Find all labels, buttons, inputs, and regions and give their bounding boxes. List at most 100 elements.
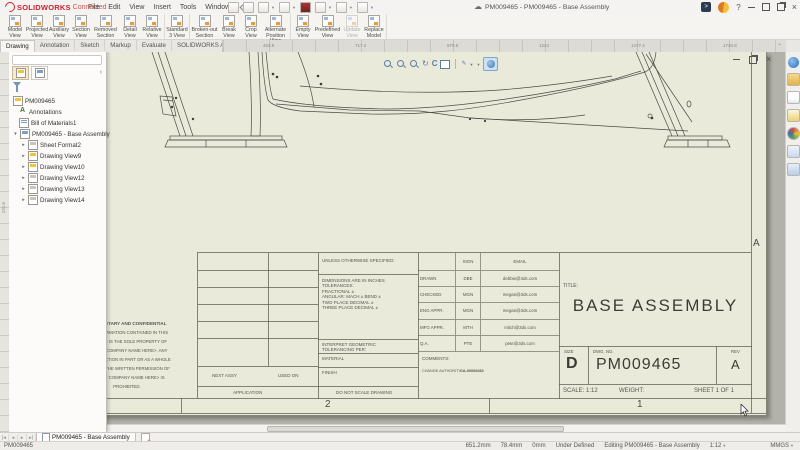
doc-close-icon[interactable]: × [766,55,771,64]
threedexperience-icon[interactable] [787,57,799,68]
minimize-icon[interactable] [747,6,755,8]
undo-icon[interactable] [335,1,347,13]
property-manager-tab[interactable] [31,65,48,80]
menu-view[interactable]: View [129,4,144,11]
menu-window[interactable]: Window [205,4,230,11]
zoom-to-fit-icon[interactable] [383,59,393,69]
print-icon[interactable] [299,1,311,13]
collapsed-caret-icon[interactable]: ▸ [21,175,26,181]
feature-tree-tab[interactable] [12,65,29,80]
open-caret-icon[interactable]: ▼ [271,5,275,10]
tree-item-drawing-view13[interactable]: ▸ Drawing View13 [9,184,106,195]
maximize-icon[interactable] [761,3,770,11]
doc-minimize-icon[interactable] [733,59,740,60]
sheet-properties-icon[interactable] [440,59,451,69]
appearances-icon[interactable] [786,127,800,140]
options-caret-icon[interactable]: ▼ [328,5,332,10]
replace-model-button[interactable]: Replace Model [363,14,385,39]
tree-item-drawing-view12[interactable]: ▸ Drawing View12 [9,173,106,184]
restore-icon[interactable] [776,3,785,11]
graphics-area[interactable]: 2 1 A PROPRIETARY AND CONFIDENTIAL THE I… [0,52,800,432]
tree-item-drawing-view9[interactable]: ▸ Drawing View9 [9,151,106,162]
rotate-view-icon[interactable]: ↻ [422,59,429,69]
redraw-icon[interactable]: C [432,59,438,69]
collapsed-caret-icon[interactable]: ▸ [21,197,26,203]
sheet-scale[interactable]: 1:12▼ [710,443,727,449]
tree-item-drawing-view14[interactable]: ▸ Drawing View14 [9,195,106,206]
user-avatar[interactable] [718,1,730,13]
expanded-caret-icon[interactable]: ▾ [13,131,18,137]
zoom-in-out-icon[interactable] [409,59,419,69]
empty-view-button[interactable]: Empty View [292,14,314,39]
tree-item-sheet-format2[interactable]: ▸ Sheet Format2 [9,140,106,151]
collapsed-caret-icon[interactable]: ▸ [21,164,26,170]
save-icon[interactable] [278,1,290,13]
doc-restore-icon[interactable] [749,55,757,64]
predefined-view-button[interactable]: Predefined View [314,14,341,39]
projected-view-button[interactable]: Projected View [26,14,48,39]
ruler-label: 1477.4 [631,43,645,48]
unit-system[interactable]: MMGS▼ [770,443,794,449]
view-settings-icon[interactable] [483,57,499,71]
standard-3-view-button[interactable]: Standard 3 View [166,14,188,39]
tab-markup[interactable]: Markup [105,40,137,51]
menu-insert[interactable]: Insert [153,4,171,11]
collapse-ribbon-icon[interactable]: ⌃ [777,43,782,50]
tree-item-drawing-view10[interactable]: ▸ Drawing View10 [9,162,106,173]
tab-annotation[interactable]: Annotation [35,40,76,51]
relative-view-button[interactable]: Relative View [141,14,163,39]
break-view-button[interactable]: Break View [218,14,240,39]
collapsed-caret-icon[interactable]: ▸ [21,153,26,159]
collapsed-caret-icon[interactable]: ▸ [21,186,26,192]
panel-collapse-icon[interactable]: › [100,69,102,76]
design-library-icon[interactable] [786,73,800,86]
home-icon[interactable] [228,1,239,13]
title-block[interactable]: NEXT ASSY USED ON APPLICATION UNLESS OTH… [197,252,752,399]
file-explorer-icon[interactable] [786,91,800,104]
model-view-button[interactable]: Model View [4,14,26,39]
tab-drawing[interactable]: Drawing [0,40,35,52]
horizontal-scrollbar[interactable] [9,424,786,432]
options-gear-icon[interactable] [314,1,326,13]
tree-item-annotations[interactable]: Annotations [9,107,106,118]
display-caret-icon[interactable]: ▼ [476,62,480,67]
collapsed-caret-icon[interactable]: ▸ [21,142,26,148]
tab-sketch[interactable]: Sketch [75,40,106,51]
forum-icon[interactable] [786,163,800,176]
view-palette-icon[interactable] [786,109,800,122]
filter-funnel-icon[interactable] [13,82,21,92]
menu-edit[interactable]: Edit [108,4,120,11]
used-on-label: USED ON [278,373,299,378]
auxiliary-view-button[interactable]: Auxiliary View [48,14,70,39]
custom-properties-icon[interactable] [786,145,800,158]
rev-label: REV [731,349,740,354]
zoom-to-area-icon[interactable] [396,59,406,69]
annotation-tool-icon[interactable]: ✎ [461,59,466,69]
size-label: SIZE [564,349,574,354]
redo-caret-icon[interactable]: ▼ [370,5,374,10]
menu-file[interactable]: File [88,4,99,11]
broken-out-section-button[interactable]: Broken-out Section [191,14,218,39]
tree-item-base-assembly-sheet[interactable]: ▾ PM009465 - Base Assembly [9,129,110,140]
new-document-icon[interactable] [243,1,254,13]
undo-caret-icon[interactable]: ▼ [349,5,353,10]
redo-icon[interactable] [356,1,368,13]
command-search-icon[interactable]: > [701,2,712,12]
tree-search-input[interactable] [12,55,102,65]
detail-view-button[interactable]: Detail View [119,14,141,39]
tab-evaluate[interactable]: Evaluate [137,40,172,51]
help-icon[interactable]: ? [736,3,740,12]
horizontal-scrollbar-thumb[interactable] [267,426,564,432]
menu-tools[interactable]: Tools [180,4,196,11]
removed-section-button[interactable]: Removed Section [92,14,119,39]
annotation-caret-icon[interactable]: ▼ [470,62,474,67]
close-icon[interactable]: × [792,2,797,12]
section-view-button[interactable]: Section View [70,14,92,39]
tree-item-bill-of-materials[interactable]: Bill of Materials1 [9,118,106,129]
crop-view-button[interactable]: Crop View [240,14,262,39]
save-caret-icon[interactable]: ▼ [292,5,296,10]
tree-item-root[interactable]: PM009465 [9,96,106,107]
section-view-icon [75,15,87,27]
alternate-position-view-button[interactable]: Alternate Position View [262,14,289,44]
open-icon[interactable] [258,1,269,13]
